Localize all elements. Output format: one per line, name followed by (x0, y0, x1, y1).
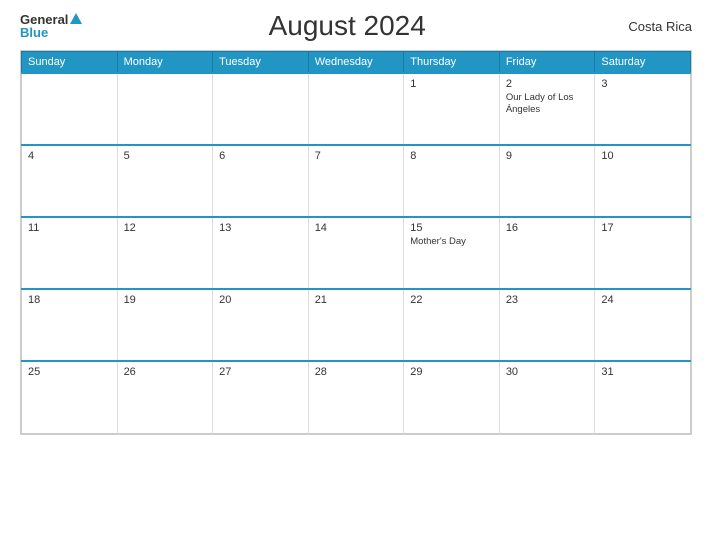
calendar-cell: 1 (404, 73, 500, 145)
week-row-3: 11 12 13 14 15 Mother's Day 16 17 (22, 217, 691, 289)
calendar-cell: 12 (117, 217, 213, 289)
calendar-cell: 24 (595, 289, 691, 361)
event-label: Our Lady of Los Ángeles (506, 92, 589, 117)
calendar-cell: 15 Mother's Day (404, 217, 500, 289)
col-friday: Friday (499, 52, 595, 74)
day-number: 12 (124, 222, 207, 234)
day-number: 31 (601, 366, 684, 378)
calendar-cell: 26 (117, 361, 213, 433)
day-number: 10 (601, 150, 684, 162)
day-number: 24 (601, 294, 684, 306)
calendar-cell: 16 (499, 217, 595, 289)
col-saturday: Saturday (595, 52, 691, 74)
day-number: 9 (506, 150, 589, 162)
event-label: Mother's Day (410, 236, 493, 248)
calendar-cell: 4 (22, 145, 118, 217)
day-number: 7 (315, 150, 398, 162)
logo: General Blue (20, 13, 82, 39)
day-number: 19 (124, 294, 207, 306)
page: General Blue August 2024 Costa Rica Sund… (0, 0, 712, 550)
calendar-wrapper: Sunday Monday Tuesday Wednesday Thursday… (20, 50, 692, 435)
calendar-cell: 17 (595, 217, 691, 289)
day-number: 3 (601, 78, 684, 90)
calendar-cell (308, 73, 404, 145)
day-number: 20 (219, 294, 302, 306)
col-wednesday: Wednesday (308, 52, 404, 74)
calendar-cell: 3 (595, 73, 691, 145)
calendar-cell (117, 73, 213, 145)
col-tuesday: Tuesday (213, 52, 309, 74)
calendar-cell: 29 (404, 361, 500, 433)
calendar-cell: 2 Our Lady of Los Ángeles (499, 73, 595, 145)
calendar-cell: 5 (117, 145, 213, 217)
calendar-title: August 2024 (82, 10, 612, 42)
day-number: 14 (315, 222, 398, 234)
day-number: 2 (506, 78, 589, 90)
week-row-5: 25 26 27 28 29 30 31 (22, 361, 691, 433)
week-row-1: 1 2 Our Lady of Los Ángeles 3 (22, 73, 691, 145)
day-number: 1 (410, 78, 493, 90)
calendar-cell: 19 (117, 289, 213, 361)
calendar-table: Sunday Monday Tuesday Wednesday Thursday… (21, 51, 691, 434)
day-number: 18 (28, 294, 111, 306)
calendar-cell (213, 73, 309, 145)
calendar-cell: 31 (595, 361, 691, 433)
day-number: 28 (315, 366, 398, 378)
day-number: 27 (219, 366, 302, 378)
days-row: Sunday Monday Tuesday Wednesday Thursday… (22, 52, 691, 74)
calendar-cell: 14 (308, 217, 404, 289)
day-number: 23 (506, 294, 589, 306)
logo-triangle-icon (70, 13, 82, 24)
week-row-4: 18 19 20 21 22 23 24 (22, 289, 691, 361)
week-row-2: 4 56 78 9 10 (22, 145, 691, 217)
calendar-cell: 21 (308, 289, 404, 361)
col-sunday: Sunday (22, 52, 118, 74)
day-number: 5 (124, 150, 207, 162)
day-number: 16 (506, 222, 589, 234)
day-number: 26 (124, 366, 207, 378)
calendar-cell: 30 (499, 361, 595, 433)
calendar-cell: 8 (404, 145, 500, 217)
day-number: 21 (315, 294, 398, 306)
day-number: 30 (506, 366, 589, 378)
calendar-cell: 7 (308, 145, 404, 217)
calendar-cell: 23 (499, 289, 595, 361)
calendar-cell: 28 (308, 361, 404, 433)
day-number: 25 (28, 366, 111, 378)
calendar-cell: 18 (22, 289, 118, 361)
day-number: 15 (410, 222, 493, 234)
col-thursday: Thursday (404, 52, 500, 74)
day-number: 17 (601, 222, 684, 234)
calendar-cell (22, 73, 118, 145)
calendar-cell: 20 (213, 289, 309, 361)
calendar-header: Sunday Monday Tuesday Wednesday Thursday… (22, 52, 691, 74)
day-number: 22 (410, 294, 493, 306)
logo-blue-text: Blue (20, 26, 82, 39)
col-monday: Monday (117, 52, 213, 74)
calendar-cell: 11 (22, 217, 118, 289)
day-number: 4 (28, 150, 111, 162)
calendar-cell: 6 (213, 145, 309, 217)
day-number: 29 (410, 366, 493, 378)
calendar-cell: 25 (22, 361, 118, 433)
calendar-cell: 9 (499, 145, 595, 217)
day-number: 13 (219, 222, 302, 234)
calendar-body: 12Our Lady of Los Ángeles345678910111213… (22, 73, 691, 433)
day-number: 6 (219, 150, 302, 162)
header: General Blue August 2024 Costa Rica (20, 10, 692, 42)
calendar-cell: 10 (595, 145, 691, 217)
calendar-cell: 27 (213, 361, 309, 433)
country-label: Costa Rica (612, 19, 692, 34)
calendar-cell: 13 (213, 217, 309, 289)
day-number: 11 (28, 222, 111, 234)
day-number: 8 (410, 150, 493, 162)
calendar-cell: 22 (404, 289, 500, 361)
